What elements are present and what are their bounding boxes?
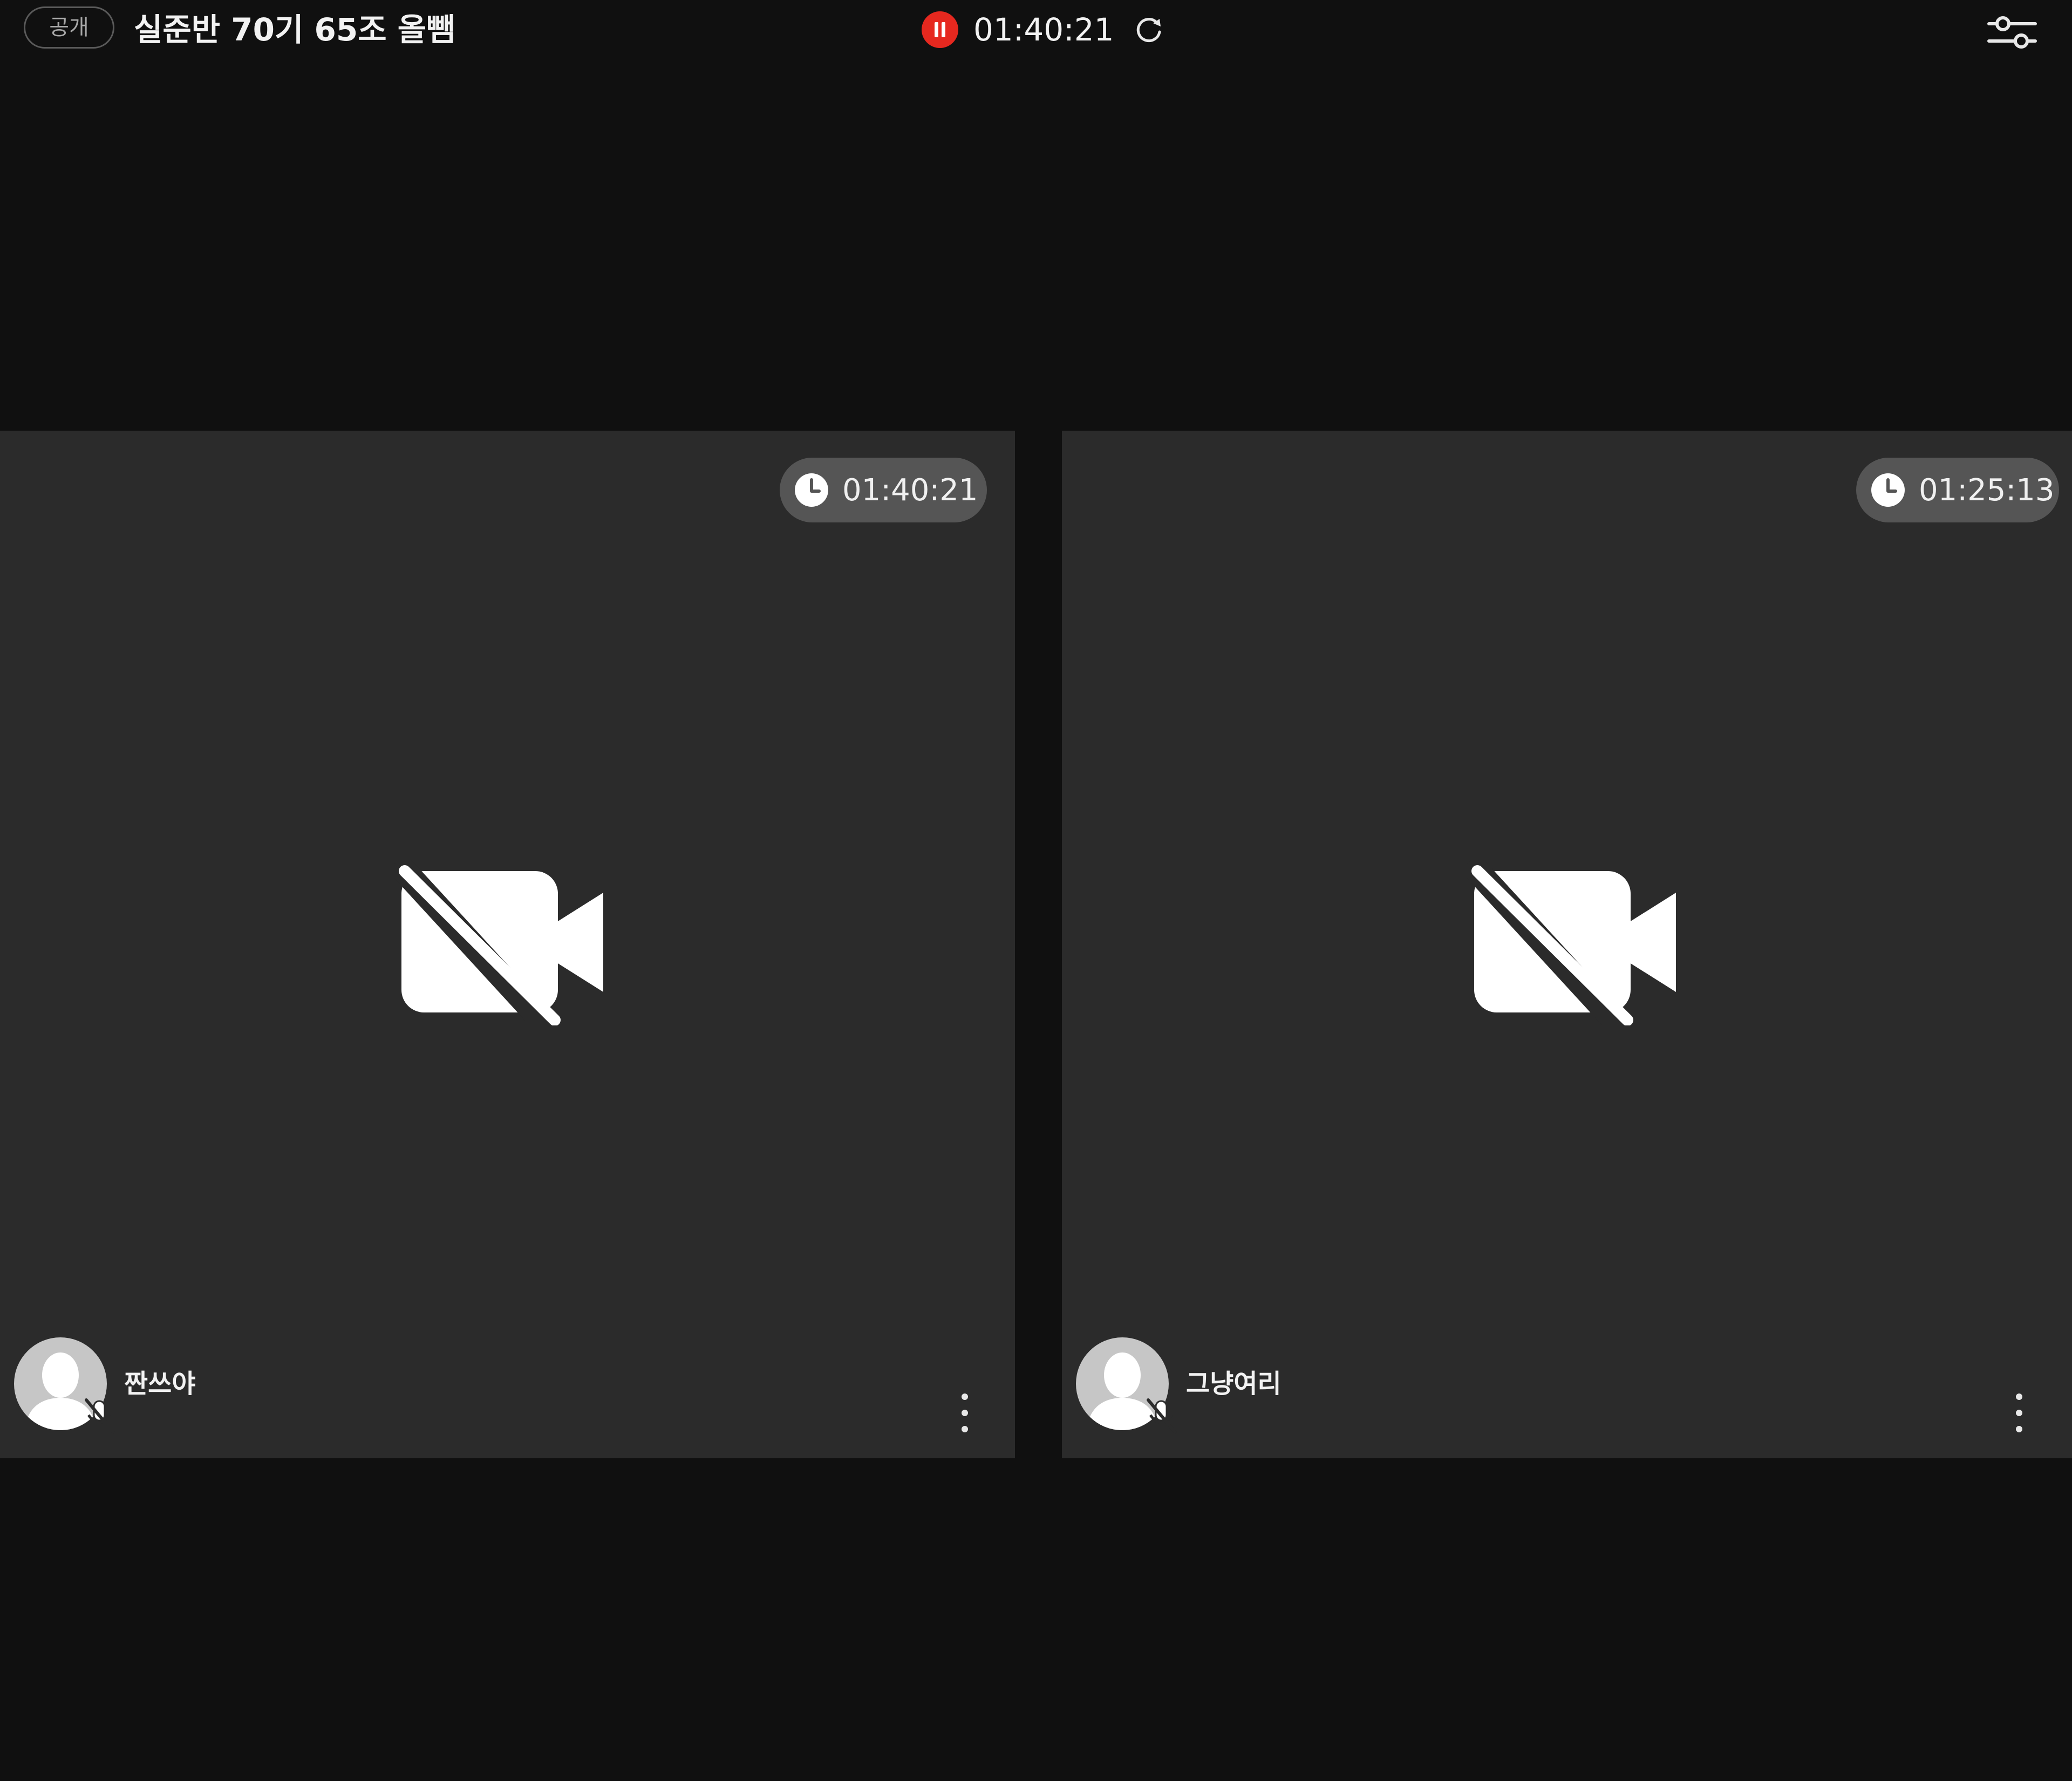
participant-name: 짠쓰야 bbox=[124, 1369, 196, 1399]
timer-text: 01:40:21 bbox=[842, 472, 978, 508]
avatar bbox=[1076, 1337, 1177, 1434]
refresh-icon[interactable] bbox=[1133, 13, 1165, 46]
mic-off-icon bbox=[85, 1398, 115, 1434]
timer-text: 01:25:13 bbox=[1919, 472, 2055, 508]
more-vertical-icon[interactable] bbox=[949, 1386, 981, 1451]
participant-tile[interactable]: 01:40:21 짠쓰야 bbox=[0, 431, 1015, 1458]
participant-timer: 01:40:21 bbox=[780, 458, 987, 522]
video-off-icon bbox=[394, 860, 603, 1025]
participant-timer: 01:25:13 bbox=[1856, 458, 2059, 522]
participant-name: 그냥여리 bbox=[1186, 1369, 1282, 1399]
sliders-icon[interactable] bbox=[1986, 8, 2039, 54]
clock-icon bbox=[1871, 473, 1905, 507]
avatar bbox=[14, 1337, 115, 1434]
video-off-icon bbox=[1467, 860, 1676, 1025]
participant-tile[interactable]: 01:25:13 그냥여리 bbox=[1062, 431, 2072, 1458]
recording-time: 01:40:21 bbox=[973, 11, 1114, 48]
mic-off-icon bbox=[1147, 1398, 1177, 1434]
room-title: 실준반 70기 65조 올뺌 bbox=[134, 11, 455, 48]
top-bar: 공개 실준반 70기 65조 올뺌 01:40:21 bbox=[0, 0, 2072, 59]
pause-recording-button[interactable] bbox=[922, 11, 958, 48]
more-vertical-icon[interactable] bbox=[2003, 1386, 2035, 1451]
visibility-badge: 공개 bbox=[24, 6, 114, 49]
clock-icon bbox=[795, 473, 828, 507]
recording-status: 01:40:21 bbox=[922, 9, 1165, 50]
